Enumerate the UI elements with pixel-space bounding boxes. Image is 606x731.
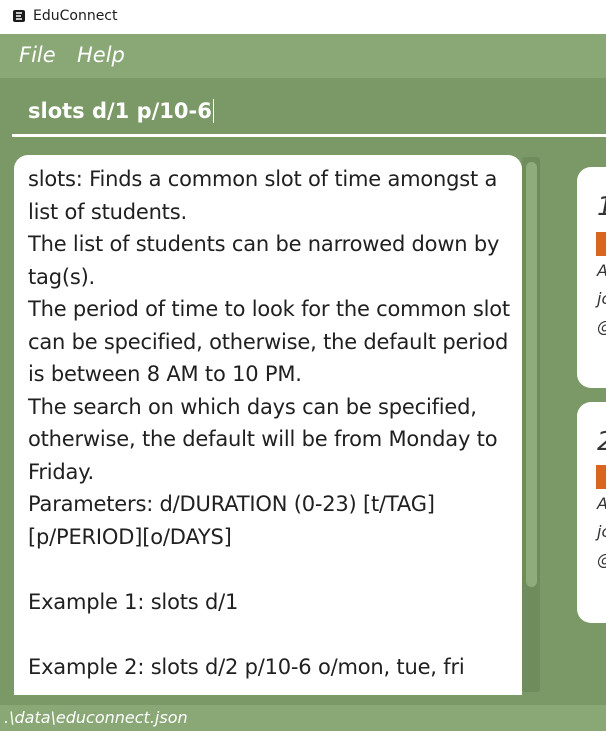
card-line: @ bbox=[597, 317, 606, 336]
card-line: A bbox=[597, 261, 606, 280]
card-index: 2 bbox=[597, 427, 606, 457]
card-line: jc bbox=[597, 522, 606, 541]
card-line: A bbox=[597, 494, 606, 513]
app-icon bbox=[13, 10, 25, 22]
card-index: 1 bbox=[597, 192, 606, 222]
person-card[interactable]: 2 A jc @ bbox=[577, 402, 606, 623]
result-scrollbar-thumb[interactable] bbox=[526, 162, 537, 587]
command-underline bbox=[12, 134, 606, 137]
result-display[interactable]: slots: Finds a common slot of time among… bbox=[14, 155, 522, 695]
command-input[interactable]: slots d/1 p/10-6 bbox=[28, 99, 212, 123]
data-file-path: .\data\educonnect.json bbox=[4, 708, 188, 727]
status-bar: .\data\educonnect.json bbox=[0, 705, 606, 731]
menu-help[interactable]: Help bbox=[77, 43, 125, 67]
command-box[interactable]: slots d/1 p/10-6 bbox=[12, 88, 606, 134]
title-bar: EduConnect bbox=[0, 0, 606, 32]
window-title: EduConnect bbox=[33, 8, 118, 24]
person-card[interactable]: 1 A jc @ bbox=[577, 167, 606, 388]
text-caret bbox=[212, 99, 214, 123]
card-line: jc bbox=[597, 289, 606, 308]
result-text: slots: Finds a common slot of time among… bbox=[28, 167, 510, 679]
tag-badge bbox=[596, 232, 606, 256]
card-line: @ bbox=[597, 550, 606, 569]
tag-badge bbox=[596, 465, 606, 489]
menu-file[interactable]: File bbox=[19, 43, 56, 67]
